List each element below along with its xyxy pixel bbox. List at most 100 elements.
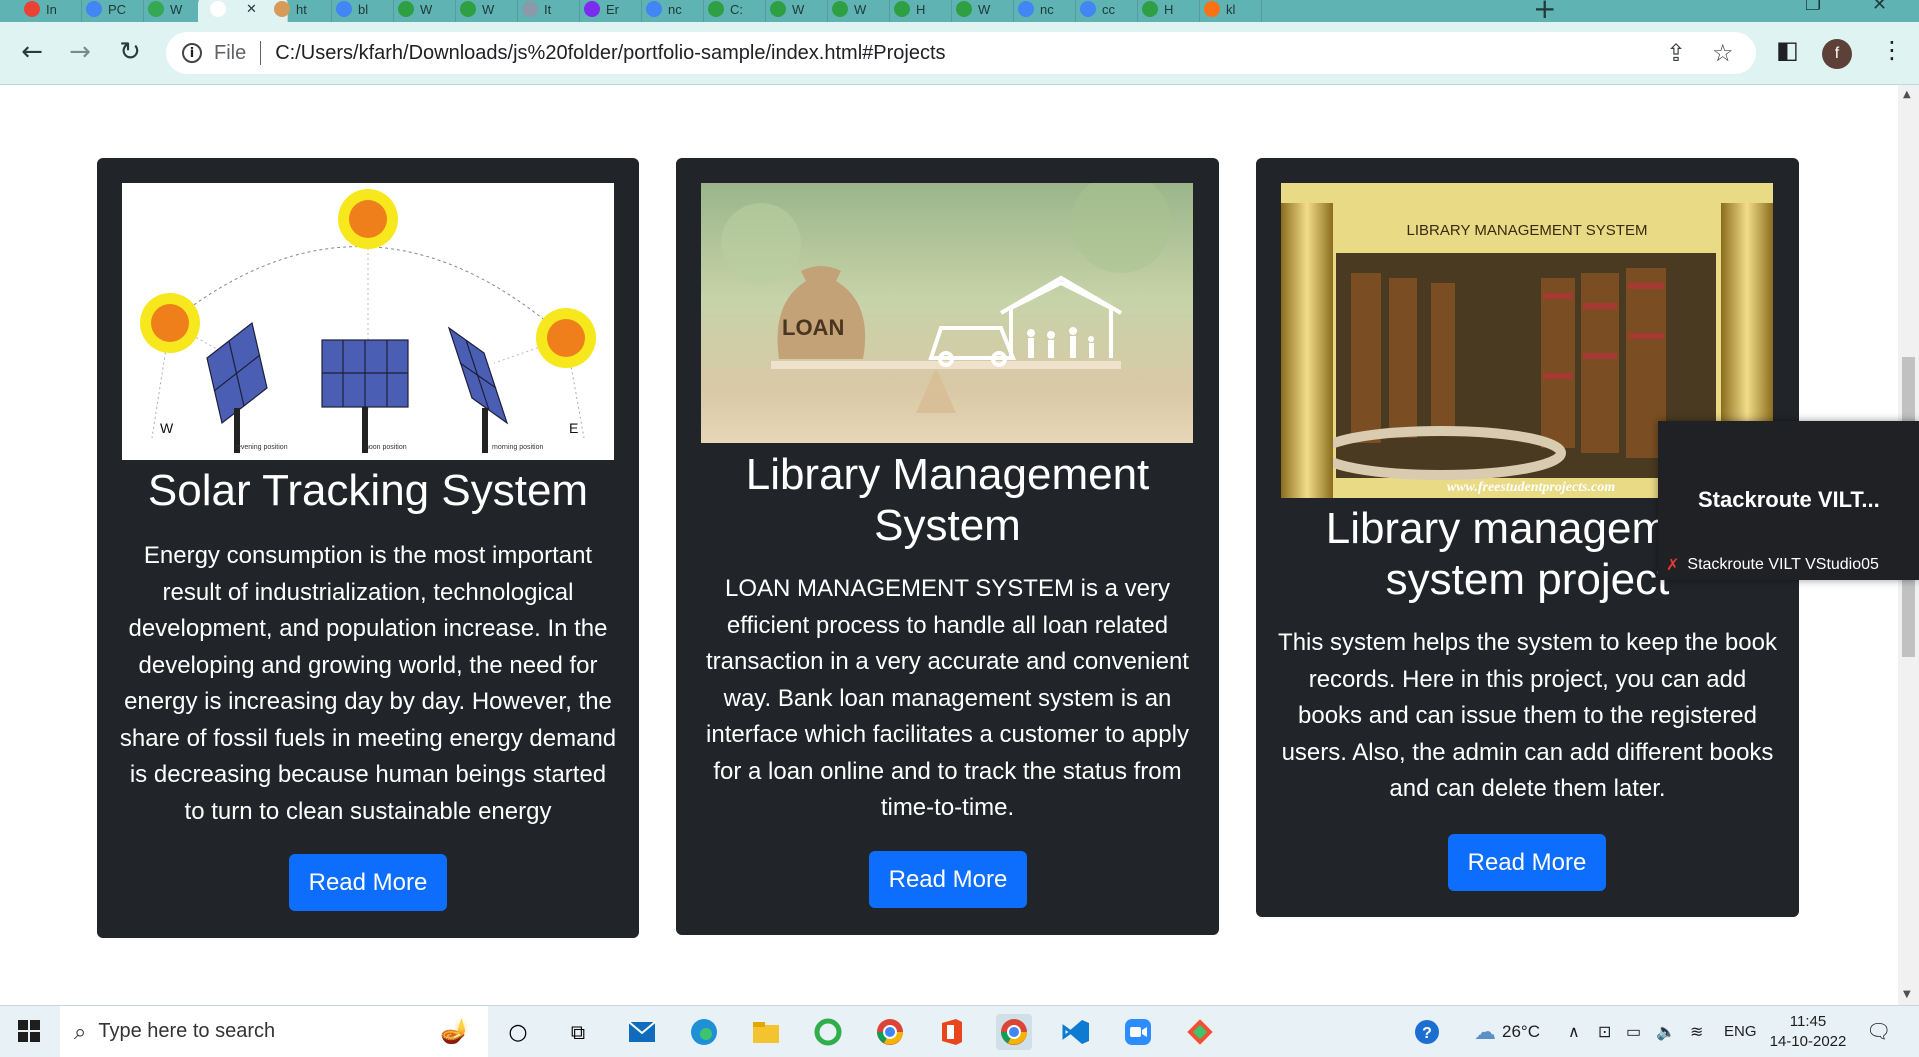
tab-label: nc <box>668 1 682 17</box>
read-more-button[interactable]: Read More <box>869 851 1027 908</box>
wifi-icon[interactable]: ≋ <box>1690 1006 1703 1057</box>
read-more-button[interactable]: Read More <box>289 854 447 911</box>
browser-tab[interactable]: cc <box>1068 0 1138 22</box>
tab-label: ht <box>296 1 307 17</box>
read-more-button[interactable]: Read More <box>1448 834 1606 891</box>
tab-favicon-icon <box>832 1 848 17</box>
mail-icon[interactable] <box>624 1014 660 1050</box>
tab-label: C: <box>730 1 743 17</box>
zoom-icon[interactable] <box>1120 1014 1156 1050</box>
muted-mic-icon: ✗ <box>1666 557 1680 574</box>
tab-label: bl <box>358 1 369 17</box>
weather-widget[interactable]: ☁ 26°C <box>1474 1006 1540 1057</box>
taskbar-search[interactable]: ⌕ Type here to search 🪔 <box>60 1006 488 1057</box>
office-icon[interactable] <box>934 1014 970 1050</box>
browser-tab[interactable]: W <box>944 0 1014 22</box>
tab-label: PC <box>108 1 127 17</box>
tab-favicon-icon <box>1018 1 1034 17</box>
task-view-icon[interactable]: ⧉ <box>560 1014 596 1050</box>
forward-arrow-icon[interactable]: → <box>62 34 98 70</box>
tab-favicon-icon <box>210 1 226 17</box>
restore-window-icon[interactable]: ❐ <box>1805 0 1821 15</box>
browser-tab[interactable]: Er <box>572 0 642 22</box>
browser-tab[interactable]: It <box>510 0 580 22</box>
vscode-icon[interactable] <box>1058 1014 1094 1050</box>
tab-favicon-icon <box>460 1 476 17</box>
tab-favicon-icon <box>1080 1 1096 17</box>
ring-app-icon[interactable] <box>810 1014 846 1050</box>
bookmark-star-icon[interactable]: ☆ <box>1712 32 1734 74</box>
cortana-icon[interactable]: ○ <box>500 1014 536 1050</box>
project-description: This system helps the system to keep the… <box>1278 629 1777 802</box>
tab-close-icon[interactable]: ✕ <box>246 1 257 17</box>
browser-tab[interactable]: bl <box>324 0 394 22</box>
tab-favicon-icon <box>24 1 40 17</box>
tab-label: W <box>420 1 433 17</box>
tab-favicon-icon <box>584 1 600 17</box>
tab-label: In <box>46 1 57 17</box>
tab-favicon-icon <box>708 1 724 17</box>
reload-icon[interactable]: ↻ <box>112 34 148 70</box>
browser-tab[interactable]: C: <box>696 0 766 22</box>
browser-tab[interactable]: H <box>1130 0 1200 22</box>
browser-tab[interactable]: W <box>136 0 206 22</box>
url-text[interactable]: C:/Users/kfarh/Downloads/js%20folder/por… <box>275 42 945 65</box>
meeting-subtitle-text: Stackroute VILT VStudio05 <box>1687 556 1879 573</box>
system-clock[interactable]: 11:45 14-10-2022 <box>1768 1012 1848 1052</box>
info-icon[interactable]: i <box>182 43 202 63</box>
windows-start-icon[interactable] <box>18 1020 40 1042</box>
clock-date: 14-10-2022 <box>1769 1033 1847 1050</box>
loan-bag-label: LOAN <box>782 315 844 340</box>
tab-favicon-icon <box>770 1 786 17</box>
new-tab-button[interactable]: + <box>1533 0 1556 22</box>
clock-time: 11:45 <box>1789 1013 1827 1030</box>
file-explorer-icon[interactable] <box>748 1014 784 1050</box>
git-icon[interactable] <box>1182 1014 1218 1050</box>
browser-tab[interactable]: In <box>12 0 82 22</box>
tab-favicon-icon <box>1204 1 1220 17</box>
share-icon[interactable]: ⇪ <box>1666 32 1686 74</box>
browser-tab[interactable]: ht <box>262 0 332 22</box>
solar-tracking-image: W E evening position noon position morni… <box>122 183 614 460</box>
browser-tab[interactable]: kl <box>1192 0 1262 22</box>
browser-tab[interactable]: W <box>386 0 456 22</box>
edge-icon[interactable] <box>686 1014 722 1050</box>
more-menu-icon[interactable]: ⋮ <box>1880 36 1904 64</box>
tray-overflow-icon[interactable]: ∧ <box>1568 1006 1580 1057</box>
browser-tab[interactable]: W <box>448 0 518 22</box>
back-arrow-icon[interactable]: ← <box>14 34 50 70</box>
side-panel-icon[interactable]: ◧ <box>1776 36 1799 64</box>
help-icon[interactable]: ? <box>1414 1006 1440 1057</box>
notifications-icon[interactable]: 🗨 <box>1866 1006 1891 1057</box>
meet-now-icon[interactable]: ⊡ <box>1598 1006 1611 1057</box>
chrome-active-icon[interactable] <box>996 1014 1032 1050</box>
tab-label: W <box>978 1 991 17</box>
battery-icon[interactable]: ▭ <box>1626 1006 1641 1057</box>
tab-label: Er <box>606 1 619 17</box>
close-window-icon[interactable]: ✕ <box>1872 0 1887 15</box>
tab-favicon-icon <box>336 1 352 17</box>
browser-tab[interactable]: W <box>758 0 828 22</box>
scroll-down-arrow-icon[interactable]: ▼ <box>1903 989 1911 1000</box>
project-card-loan: LOAN Library Management System LOAN MANA… <box>676 158 1219 935</box>
chrome-icon[interactable] <box>872 1014 908 1050</box>
browser-tab[interactable]: PC <box>74 0 144 22</box>
loan-management-image: LOAN <box>701 183 1193 443</box>
west-label: W <box>160 420 174 436</box>
browser-tab[interactable]: H <box>882 0 952 22</box>
address-bar[interactable]: i File C:/Users/kfarh/Downloads/js%20fol… <box>166 32 1756 74</box>
library-site-text: www.freestudentprojects.com <box>1447 480 1615 495</box>
browser-tab[interactable]: W <box>820 0 890 22</box>
profile-avatar[interactable]: f <box>1822 39 1852 69</box>
page-viewport: W E evening position noon position morni… <box>0 85 1898 1005</box>
windows-taskbar: ⌕ Type here to search 🪔 ○ ⧉ ? ☁ 26°C ∧ ⊡… <box>0 1005 1919 1057</box>
tab-favicon-icon <box>86 1 102 17</box>
project-title: Library Management System <box>745 450 1150 550</box>
browser-tab[interactable]: nc <box>1006 0 1076 22</box>
search-icon: ⌕ <box>74 1018 87 1044</box>
browser-tab[interactable]: nc <box>634 0 704 22</box>
meeting-overlay[interactable]: Stackroute VILT... ✗ Stackroute VILT VSt… <box>1658 421 1919 580</box>
scroll-up-arrow-icon[interactable]: ▲ <box>1903 89 1911 100</box>
volume-icon[interactable]: 🔈 <box>1656 1006 1676 1057</box>
language-indicator[interactable]: ENG <box>1724 1006 1757 1057</box>
